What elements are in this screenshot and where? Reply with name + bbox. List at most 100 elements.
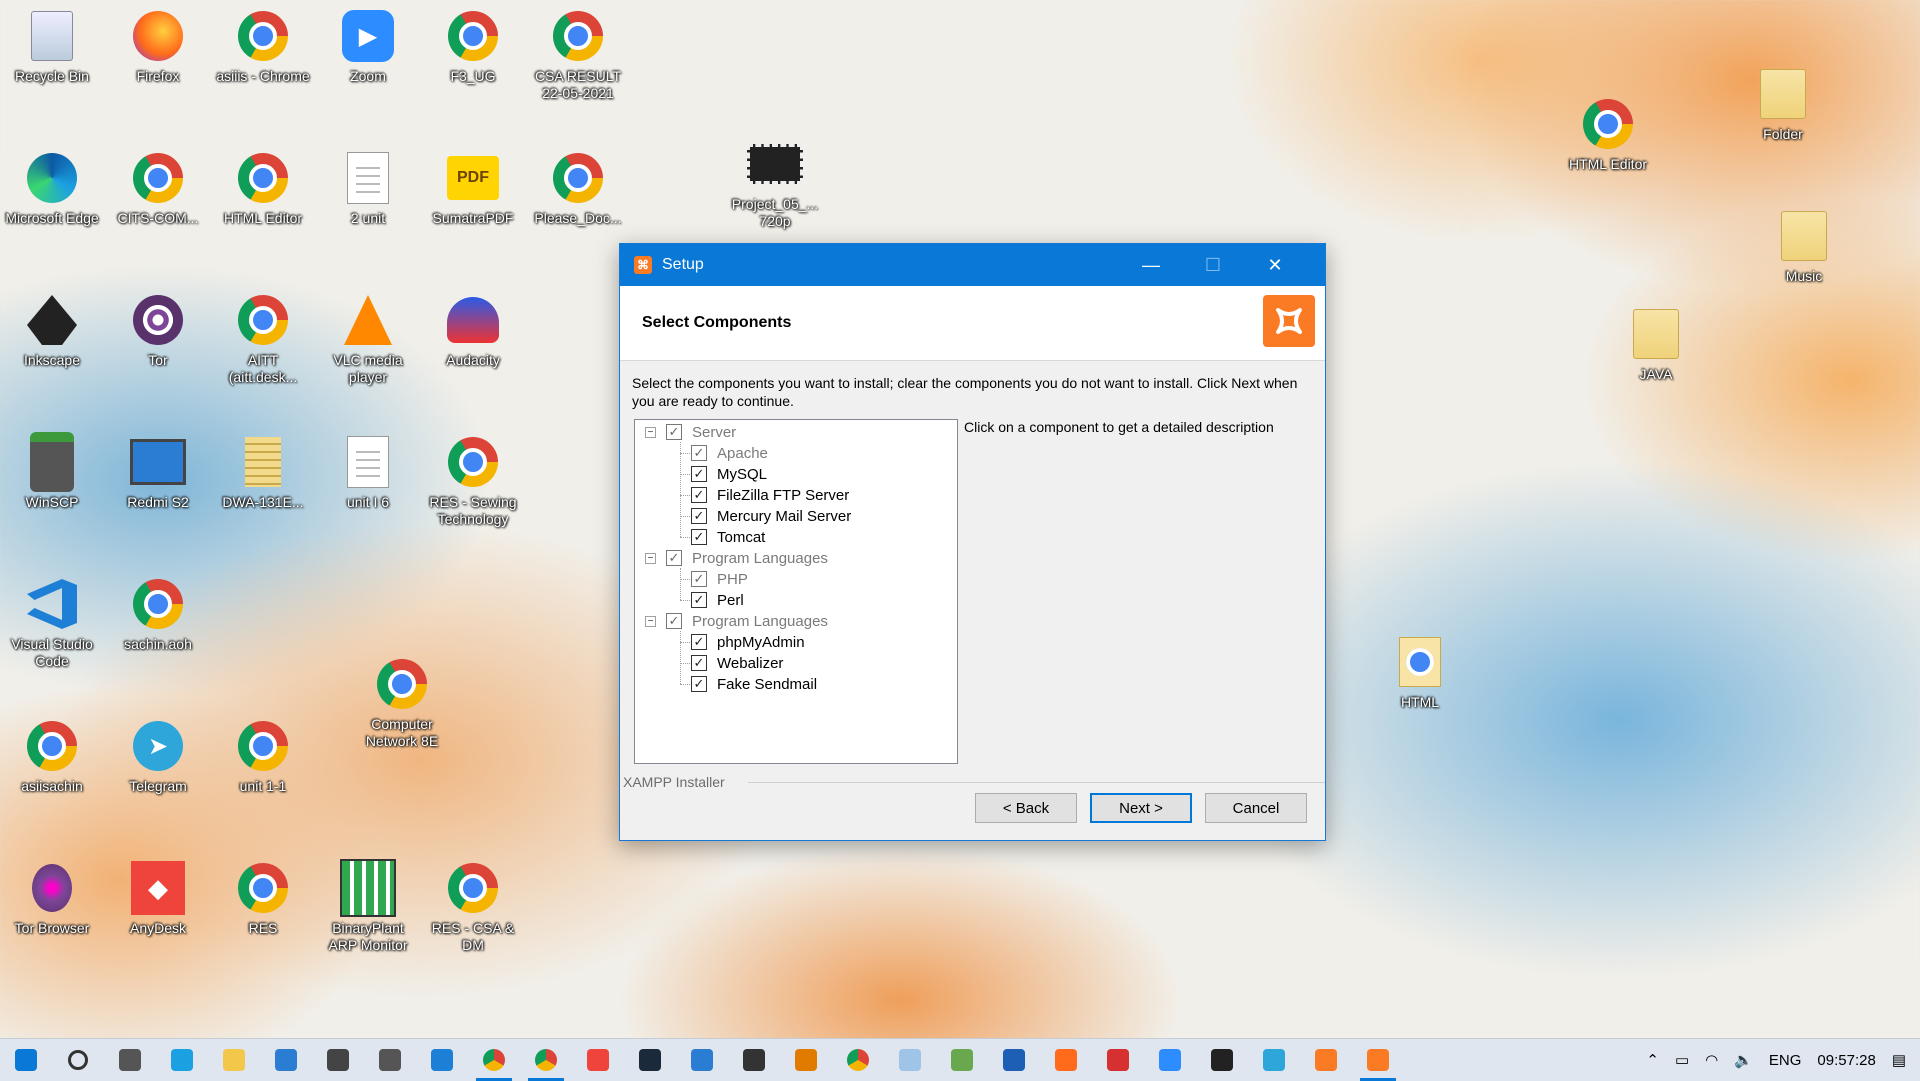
taskbar-file-explorer-button[interactable]	[208, 1039, 260, 1081]
desktop-icon[interactable]: unit I 6	[320, 434, 416, 511]
language-indicator[interactable]: ENG	[1769, 1052, 1802, 1069]
taskbar-firefox-button[interactable]	[1040, 1039, 1092, 1081]
tree-item[interactable]: ✓ phpMyAdmin	[691, 632, 805, 652]
taskbar-telegram-button[interactable]	[1248, 1039, 1300, 1081]
taskbar-xampp-button[interactable]	[1300, 1039, 1352, 1081]
desktop-icon[interactable]: Tor	[110, 292, 206, 369]
desktop-icon[interactable]: RES	[215, 860, 311, 937]
checkbox-icon[interactable]: ✓	[691, 445, 707, 461]
tree-item[interactable]: ✓ Fake Sendmail	[691, 674, 817, 694]
tree-group[interactable]: − ✓ Program Languages	[645, 611, 828, 631]
desktop-icon[interactable]: VLC media player	[320, 292, 416, 386]
tree-item[interactable]: ✓ Perl	[691, 590, 744, 610]
taskbar-start-button[interactable]	[0, 1039, 52, 1081]
taskbar-edge-button[interactable]	[156, 1039, 208, 1081]
desktop-icon[interactable]: F3_UG	[425, 8, 521, 85]
checkbox-icon[interactable]: ✓	[691, 508, 707, 524]
desktop-icon[interactable]: asiisachin	[4, 718, 100, 795]
desktop-icon[interactable]: Folder	[1735, 66, 1831, 143]
tree-item[interactable]: ✓ FileZilla FTP Server	[691, 485, 849, 505]
taskbar-terminal-button[interactable]	[624, 1039, 676, 1081]
taskbar-chrome-button[interactable]	[520, 1039, 572, 1081]
taskbar-mail-button[interactable]	[312, 1039, 364, 1081]
checkbox-icon[interactable]: ✓	[666, 424, 682, 440]
desktop-icon[interactable]: JAVA	[1608, 306, 1704, 383]
taskbar-chrome-button[interactable]	[468, 1039, 520, 1081]
taskbar-chrome-button[interactable]	[832, 1039, 884, 1081]
volume-icon[interactable]: 🔈	[1734, 1051, 1753, 1069]
tree-group[interactable]: − ✓ Program Languages	[645, 548, 828, 568]
taskbar-calculator-button[interactable]	[260, 1039, 312, 1081]
desktop-icon[interactable]: CITS-COM...	[110, 150, 206, 227]
desktop-icon[interactable]: Project_05_... 720p	[727, 136, 823, 230]
taskbar-anydesk-button[interactable]	[572, 1039, 624, 1081]
desktop-icon[interactable]: CSA RESULT 22-05-2021	[530, 8, 626, 102]
desktop-icon[interactable]: Audacity	[425, 292, 521, 369]
titlebar[interactable]: ⌘ Setup — ☐ ✕	[620, 244, 1325, 286]
taskbar-notepad-button[interactable]	[884, 1039, 936, 1081]
close-button[interactable]: ✕	[1244, 244, 1306, 286]
desktop-icon[interactable]: RES - Sewing Technology	[425, 434, 521, 528]
desktop-icon[interactable]: Redmi S2	[110, 434, 206, 511]
desktop-icon[interactable]: HTML Editor	[1560, 96, 1656, 173]
desktop-icon[interactable]: Please_Doc...	[530, 150, 626, 227]
desktop-icon[interactable]: sachin.aoh	[110, 576, 206, 653]
taskbar-zoom-button[interactable]	[1144, 1039, 1196, 1081]
desktop-icon[interactable]: Firefox	[110, 8, 206, 85]
desktop-icon[interactable]: RES - CSA & DM	[425, 860, 521, 954]
checkbox-icon[interactable]: ✓	[691, 655, 707, 671]
tree-item[interactable]: ✓ PHP	[691, 569, 748, 589]
taskbar-xampp-button[interactable]	[1352, 1039, 1404, 1081]
taskbar-store-button[interactable]	[728, 1039, 780, 1081]
chevron-up-icon[interactable]: ⌃	[1646, 1051, 1659, 1069]
checkbox-icon[interactable]: ✓	[691, 592, 707, 608]
desktop-icon[interactable]: ◆ AnyDesk	[110, 860, 206, 937]
desktop-icon[interactable]: asiiis - Chrome	[215, 8, 311, 85]
taskbar-task-manager-button[interactable]	[936, 1039, 988, 1081]
checkbox-icon[interactable]: ✓	[691, 634, 707, 650]
desktop-icon[interactable]: unit 1-1	[215, 718, 311, 795]
taskbar-camera-button[interactable]	[104, 1039, 156, 1081]
minimize-button[interactable]: —	[1120, 244, 1182, 286]
desktop-icon[interactable]: Computer Network 8E	[354, 656, 450, 750]
taskbar-target-button[interactable]	[780, 1039, 832, 1081]
taskbar-phone-button[interactable]	[676, 1039, 728, 1081]
back-button[interactable]: < Back	[975, 793, 1077, 823]
desktop-icon[interactable]: WinSCP	[4, 432, 100, 511]
clock[interactable]: 09:57:28	[1817, 1052, 1875, 1069]
collapse-icon[interactable]: −	[645, 552, 656, 564]
desktop-icon[interactable]: Inkscape	[4, 292, 100, 369]
next-button[interactable]: Next >	[1090, 793, 1192, 823]
tree-item[interactable]: ✓ MySQL	[691, 464, 767, 484]
desktop-icon[interactable]: ▶ Zoom	[320, 8, 416, 85]
desktop-icon[interactable]: Microsoft Edge	[4, 150, 100, 227]
taskbar-obs-button[interactable]	[1196, 1039, 1248, 1081]
tree-item[interactable]: ✓ Webalizer	[691, 653, 783, 673]
tree-item[interactable]: ✓ Tomcat	[691, 527, 765, 547]
checkbox-icon[interactable]: ✓	[691, 676, 707, 692]
desktop-icon[interactable]: ➤ Telegram	[110, 718, 206, 795]
cancel-button[interactable]: Cancel	[1205, 793, 1307, 823]
desktop-icon[interactable]: DWA-131E...	[215, 434, 311, 511]
desktop-icon[interactable]: PDF SumatraPDF	[425, 150, 521, 227]
tree-item[interactable]: ✓ Apache	[691, 443, 768, 463]
checkbox-icon[interactable]: ✓	[666, 550, 682, 566]
checkbox-icon[interactable]: ✓	[691, 466, 707, 482]
taskbar-search-button[interactable]	[52, 1039, 104, 1081]
checkbox-icon[interactable]: ✓	[691, 529, 707, 545]
desktop-icon[interactable]: 2 unit	[320, 150, 416, 227]
desktop-icon[interactable]: BinaryPlant ARP Monitor	[320, 859, 416, 954]
checkbox-icon[interactable]: ✓	[691, 487, 707, 503]
desktop-icon[interactable]: Visual Studio Code	[4, 576, 100, 670]
component-tree[interactable]: − ✓ Server ✓ Apache ✓ MySQL ✓ FileZilla FTP Serv…	[634, 419, 958, 764]
desktop-icon[interactable]: Music	[1756, 208, 1852, 285]
checkbox-icon[interactable]: ✓	[666, 613, 682, 629]
desktop-icon[interactable]: AITT (aitt.desk...	[215, 292, 311, 386]
desktop-icon[interactable]: HTML Editor	[215, 150, 311, 227]
notification-icon[interactable]: ▤	[1892, 1051, 1906, 1069]
taskbar-inkscape-button[interactable]	[988, 1039, 1040, 1081]
tree-item[interactable]: ✓ Mercury Mail Server	[691, 506, 851, 526]
wifi-icon[interactable]: ◠	[1705, 1051, 1718, 1069]
tree-group[interactable]: − ✓ Server	[645, 422, 736, 442]
taskbar-settings-button[interactable]	[364, 1039, 416, 1081]
